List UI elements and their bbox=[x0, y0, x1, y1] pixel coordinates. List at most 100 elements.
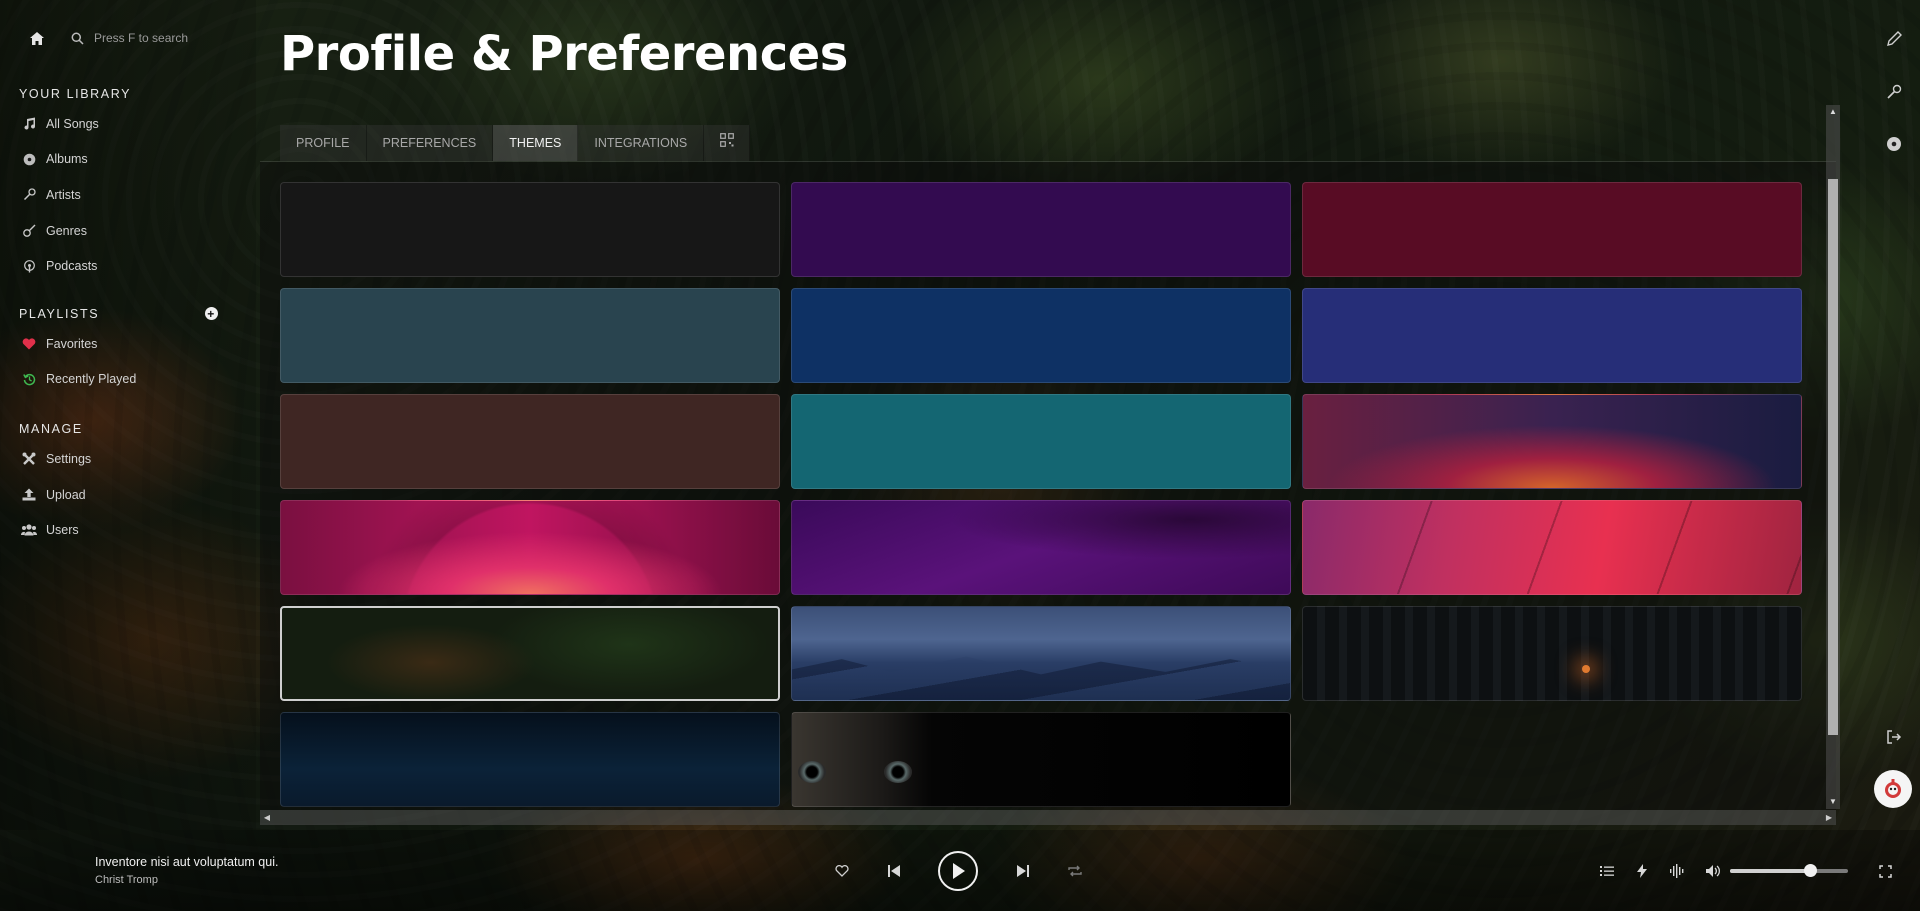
vertical-scrollbar[interactable]: ▲ ▼ bbox=[1826, 105, 1840, 809]
podcast-icon bbox=[21, 258, 37, 274]
sidebar-item-label: Recently Played bbox=[46, 372, 137, 387]
sidebar-item-label: Albums bbox=[46, 152, 88, 167]
sidebar-item-recently-played[interactable]: Recently Played bbox=[19, 362, 237, 398]
next-icon bbox=[1017, 865, 1029, 877]
previous-icon bbox=[888, 865, 900, 877]
theme-option-mountains[interactable] bbox=[791, 606, 1291, 701]
sidebar-item-label: Settings bbox=[46, 451, 92, 466]
horizontal-scrollbar[interactable]: ◀ ▶ bbox=[260, 810, 1836, 825]
home-icon[interactable] bbox=[29, 31, 45, 46]
theme-option-cat[interactable] bbox=[791, 712, 1291, 807]
next-button[interactable] bbox=[1015, 863, 1031, 879]
sidebar-item-label: Upload bbox=[46, 487, 86, 502]
guitar-icon bbox=[21, 223, 37, 239]
theme-option-purple-wave[interactable] bbox=[791, 500, 1291, 595]
theme-option-indigo[interactable] bbox=[1302, 288, 1802, 383]
lightning-button[interactable] bbox=[1634, 863, 1650, 879]
theme-option-dark[interactable] bbox=[280, 182, 780, 277]
equalizer-button[interactable] bbox=[1669, 863, 1685, 879]
themes-panel bbox=[260, 162, 1836, 810]
microphone-icon[interactable] bbox=[1884, 82, 1904, 102]
tab-bar: PROFILE PREFERENCES THEMES INTEGRATIONS bbox=[280, 125, 751, 161]
tab-integrations[interactable]: INTEGRATIONS bbox=[578, 125, 705, 161]
upload-icon bbox=[21, 487, 37, 503]
playlists-section-title: PLAYLISTS bbox=[19, 306, 100, 321]
heart-icon bbox=[21, 336, 37, 352]
library-nav: All Songs Albums Artists Genres Podcasts bbox=[19, 106, 237, 284]
theme-option-navy[interactable] bbox=[791, 288, 1291, 383]
sidebar: YOUR LIBRARY All Songs Albums Artists Ge… bbox=[0, 0, 256, 830]
microphone-icon bbox=[21, 187, 37, 203]
sidebar-item-genres[interactable]: Genres bbox=[19, 213, 237, 249]
disc-icon[interactable] bbox=[1884, 134, 1904, 154]
scroll-left-arrow-icon[interactable]: ◀ bbox=[260, 810, 274, 825]
theme-option-violet[interactable] bbox=[791, 182, 1291, 277]
add-playlist-button[interactable]: + bbox=[205, 307, 218, 321]
playlists-section-header: PLAYLISTS + bbox=[19, 302, 237, 326]
sidebar-item-all-songs[interactable]: All Songs bbox=[19, 106, 237, 142]
sidebar-item-users[interactable]: Users bbox=[19, 512, 237, 548]
queue-button[interactable] bbox=[1599, 863, 1615, 879]
disc-icon bbox=[21, 151, 37, 167]
theme-option-slate[interactable] bbox=[280, 288, 780, 383]
tab-themes[interactable]: THEMES bbox=[493, 125, 579, 161]
volume-slider[interactable] bbox=[1730, 864, 1848, 877]
fullscreen-button[interactable] bbox=[1877, 863, 1893, 879]
volume-button[interactable] bbox=[1705, 863, 1721, 879]
sidebar-item-favorites[interactable]: Favorites bbox=[19, 326, 237, 362]
qr-code-icon bbox=[719, 125, 734, 161]
main-content: Profile & Preferences PROFILE PREFERENCE… bbox=[260, 0, 1856, 830]
theme-option-ocean[interactable] bbox=[280, 712, 780, 807]
theme-option-brown[interactable] bbox=[280, 394, 780, 489]
users-icon bbox=[21, 522, 37, 538]
now-playing-artist[interactable]: Christ Tromp bbox=[95, 874, 158, 886]
play-icon bbox=[953, 863, 965, 879]
sidebar-item-podcasts[interactable]: Podcasts bbox=[19, 248, 237, 284]
repeat-icon bbox=[1068, 865, 1082, 877]
pencil-icon[interactable] bbox=[1884, 29, 1904, 49]
repeat-button[interactable] bbox=[1067, 863, 1083, 879]
tab-preferences[interactable]: PREFERENCES bbox=[366, 125, 494, 161]
scroll-down-arrow-icon[interactable]: ▼ bbox=[1826, 795, 1840, 809]
heart-icon bbox=[835, 865, 849, 877]
sidebar-item-label: Podcasts bbox=[46, 259, 98, 274]
scroll-right-arrow-icon[interactable]: ▶ bbox=[1822, 810, 1836, 825]
theme-option-teal[interactable] bbox=[791, 394, 1291, 489]
tools-icon bbox=[21, 451, 37, 467]
queue-icon bbox=[1600, 866, 1614, 876]
play-button[interactable] bbox=[938, 851, 978, 891]
theme-option-pink[interactable] bbox=[280, 500, 780, 595]
sidebar-item-artists[interactable]: Artists bbox=[19, 177, 237, 213]
volume-slider-knob[interactable] bbox=[1804, 864, 1818, 877]
theme-option-maroon[interactable] bbox=[1302, 182, 1802, 277]
sidebar-item-upload[interactable]: Upload bbox=[19, 477, 237, 513]
avatar[interactable] bbox=[1874, 770, 1912, 808]
page-title: Profile & Preferences bbox=[280, 26, 848, 82]
sidebar-item-label: Users bbox=[46, 523, 79, 538]
sidebar-item-settings[interactable]: Settings bbox=[19, 441, 237, 477]
theme-option-forest[interactable] bbox=[1302, 606, 1802, 701]
library-section-title: YOUR LIBRARY bbox=[19, 87, 132, 101]
scrollbar-thumb[interactable] bbox=[1828, 179, 1838, 735]
theme-option-jungle[interactable] bbox=[280, 606, 780, 701]
search-box[interactable] bbox=[71, 31, 204, 45]
now-playing-title[interactable]: Inventore nisi aut voluptatum qui. bbox=[95, 855, 278, 869]
logout-icon[interactable] bbox=[1884, 727, 1904, 747]
tab-qr-login[interactable] bbox=[704, 125, 751, 161]
theme-option-sunset[interactable] bbox=[1302, 394, 1802, 489]
cat-eye-image bbox=[884, 761, 912, 783]
equalizer-icon bbox=[1670, 864, 1684, 878]
theme-option-red-wall[interactable] bbox=[1302, 500, 1802, 595]
scroll-up-arrow-icon[interactable]: ▲ bbox=[1826, 105, 1840, 119]
search-input[interactable] bbox=[94, 31, 204, 45]
search-icon bbox=[71, 32, 84, 45]
playlists-nav: Favorites Recently Played bbox=[19, 326, 237, 397]
previous-button[interactable] bbox=[886, 863, 902, 879]
sidebar-item-label: Artists bbox=[46, 187, 81, 202]
manage-nav: Settings Upload Users bbox=[19, 441, 237, 548]
like-button[interactable] bbox=[834, 863, 850, 879]
sidebar-item-albums[interactable]: Albums bbox=[19, 142, 237, 178]
theme-grid bbox=[280, 182, 1802, 807]
tab-profile[interactable]: PROFILE bbox=[280, 125, 367, 161]
right-rail bbox=[1868, 0, 1920, 830]
